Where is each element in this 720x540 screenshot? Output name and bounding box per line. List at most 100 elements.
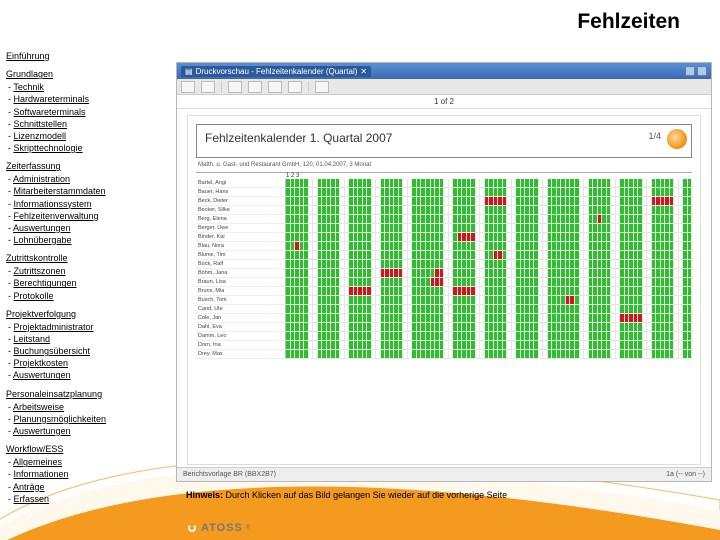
calendar-row: Beck, Dieter xyxy=(196,197,692,206)
nav-item: - Planungsmöglichkeiten xyxy=(8,413,166,425)
nav-item: - Auswertungen xyxy=(8,425,166,437)
employee-name: Bartel, Angi xyxy=(196,179,286,188)
preview-statusbar: Berichtsvorlage BR (BBX2B7) 1a (-- von -… xyxy=(177,467,711,481)
employee-name: Berg, Elena xyxy=(196,215,286,224)
nav-item: - Technik xyxy=(8,81,166,93)
nav-item: - Zutrittszonen xyxy=(8,265,166,277)
status-right: 1a (-- von --) xyxy=(666,471,705,478)
first-page-button[interactable] xyxy=(228,81,242,93)
report-header: Fehlzeitenkalender 1. Quartal 2007 1/4 xyxy=(196,124,692,158)
close-icon[interactable]: ✕ xyxy=(360,67,367,76)
calendar-row: Damm, Leo xyxy=(196,332,692,341)
nav-item: - Anträge xyxy=(8,481,166,493)
report-page: Fehlzeitenkalender 1. Quartal 2007 1/4 M… xyxy=(187,115,701,465)
calendar-row: Cole, Jan xyxy=(196,314,692,323)
calendar-row: Binder, Kai xyxy=(196,233,692,242)
nav-item: - Allgemeines xyxy=(8,456,166,468)
nav-item: - Skripttechnologie xyxy=(8,142,166,154)
preview-titlebar: ▤ Druckvorschau - Fehlzeitenkalender (Qu… xyxy=(177,63,711,79)
prev-page-button[interactable] xyxy=(248,81,262,93)
calendar-row: Berg, Elena xyxy=(196,215,692,224)
nav-item: - Lohnübergabe xyxy=(8,234,166,246)
employee-name: Bauer, Hans xyxy=(196,188,286,197)
nav-item: - Auswertungen xyxy=(8,222,166,234)
calendar-row: Bauer, Hans xyxy=(196,188,692,197)
sidebar-nav: Einführung Grundlagen - Technik - Hardwa… xyxy=(6,50,166,505)
employee-name: Binder, Kai xyxy=(196,233,286,242)
employee-name: Cole, Jan xyxy=(196,314,286,323)
employee-name: Blau, Nora xyxy=(196,242,286,251)
nav-item: - Arbeitsweise xyxy=(8,401,166,413)
calendar-row: Blume, Tim xyxy=(196,251,692,260)
nav-item: - Protokolle xyxy=(8,290,166,302)
nav-grundlagen[interactable]: Grundlagen xyxy=(6,68,53,80)
nav-zutritt[interactable]: Zutrittskontrolle xyxy=(6,252,68,264)
nav-zeiterfassung[interactable]: Zeiterfassung xyxy=(6,160,61,172)
nav-item: - Informationen xyxy=(8,468,166,480)
employee-name: Beck, Dieter xyxy=(196,197,286,206)
report-logo-icon xyxy=(667,129,687,149)
nav-item: - Berechtigungen xyxy=(8,277,166,289)
print-button[interactable] xyxy=(181,81,195,93)
nav-item: - Erfassen xyxy=(8,493,166,505)
report-page-num: 1/4 xyxy=(648,131,661,141)
last-page-button[interactable] xyxy=(288,81,302,93)
window-maximize-button[interactable] xyxy=(697,66,707,76)
calendar-grid: 1 2 3 Bartel, AngiBauer, HansBeck, Diete… xyxy=(196,172,692,359)
nav-item: - Informationssystem xyxy=(8,198,166,210)
report-subtitle: Matth. u. Gast- und Restaurant GmbH, 120… xyxy=(198,162,692,168)
nav-item: - Projektadministrator xyxy=(8,321,166,333)
employee-name: Damm, Leo xyxy=(196,332,286,341)
nav-item: - Mitarbeiterstammdaten xyxy=(8,185,166,197)
employee-name: Becker, Silke xyxy=(196,206,286,215)
nav-item: - Lizenzmodell xyxy=(8,130,166,142)
employee-name: Cand, Ute xyxy=(196,305,286,314)
calendar-row: Blau, Nora xyxy=(196,242,692,251)
calendar-row: Becker, Silke xyxy=(196,206,692,215)
report-title: Fehlzeitenkalender 1. Quartal 2007 xyxy=(205,131,392,145)
brand-icon xyxy=(186,522,198,534)
employee-name: Dahl, Eva xyxy=(196,323,286,332)
nav-item: - Administration xyxy=(8,173,166,185)
employee-name: Bruns, Mia xyxy=(196,287,286,296)
preview-tab[interactable]: ▤ Druckvorschau - Fehlzeitenkalender (Qu… xyxy=(181,66,371,77)
hint-text: Hinweis: Durch Klicken auf das Bild gela… xyxy=(186,490,507,500)
employee-name: Berger, Uwe xyxy=(196,224,286,233)
document-icon: ▤ xyxy=(185,67,193,76)
page-counter: 1 of 2 xyxy=(177,95,711,109)
calendar-row: Busch, Tom xyxy=(196,296,692,305)
employee-name: Busch, Tom xyxy=(196,296,286,305)
nav-item: - Fehlzeitenverwaltung xyxy=(8,210,166,222)
export-button[interactable] xyxy=(201,81,215,93)
employee-name: Böhm, Jana xyxy=(196,269,286,278)
calendar-row: Bock, Ralf xyxy=(196,260,692,269)
employee-name: Blume, Tim xyxy=(196,251,286,260)
next-page-button[interactable] xyxy=(268,81,282,93)
page-title: Fehlzeiten xyxy=(577,10,680,34)
print-preview-window[interactable]: ▤ Druckvorschau - Fehlzeitenkalender (Qu… xyxy=(176,62,712,482)
nav-pep[interactable]: Personaleinsatzplanung xyxy=(6,388,102,400)
employee-name: Drey, Max xyxy=(196,350,286,359)
nav-item: - Auswertungen xyxy=(8,369,166,381)
employee-name: Bock, Ralf xyxy=(196,260,286,269)
nav-item: - Leitstand xyxy=(8,333,166,345)
preview-toolbar xyxy=(177,79,711,95)
employee-name: Braun, Lisa xyxy=(196,278,286,287)
calendar-row: Bartel, Angi xyxy=(196,179,692,188)
nav-item: - Softwareterminals xyxy=(8,106,166,118)
window-minimize-button[interactable] xyxy=(685,66,695,76)
nav-grundlagen-list: - Technik - Hardwareterminals - Software… xyxy=(8,81,166,154)
nav-intro[interactable]: Einführung xyxy=(6,50,50,62)
status-left: Berichtsvorlage BR (BBX2B7) xyxy=(183,471,276,478)
calendar-row: Dorn, Ina xyxy=(196,341,692,350)
footer-brand: ATOSS® xyxy=(186,522,250,534)
zoom-button[interactable] xyxy=(315,81,329,93)
nav-projekt[interactable]: Projektverfolgung xyxy=(6,308,76,320)
calendar-row: Bruns, Mia xyxy=(196,287,692,296)
employee-name: Dorn, Ina xyxy=(196,341,286,350)
calendar-row: Dahl, Eva xyxy=(196,323,692,332)
nav-item: - Hardwareterminals xyxy=(8,93,166,105)
nav-workflow[interactable]: Workflow/ESS xyxy=(6,443,63,455)
calendar-row: Drey, Max xyxy=(196,350,692,359)
nav-item: - Buchungsübersicht xyxy=(8,345,166,357)
